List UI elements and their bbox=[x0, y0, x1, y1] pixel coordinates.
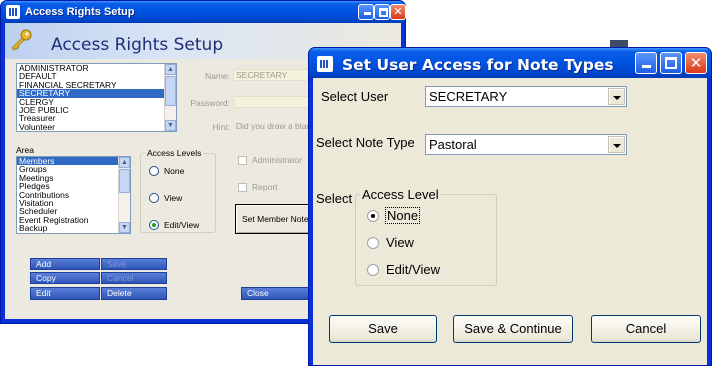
dropdown-arrow-icon[interactable] bbox=[608, 136, 625, 153]
scroll-thumb[interactable] bbox=[165, 76, 176, 106]
page-title: Access Rights Setup bbox=[51, 35, 224, 55]
edit-button[interactable]: Edit bbox=[30, 287, 100, 300]
list-item[interactable]: Volunteer bbox=[17, 122, 176, 131]
cancel-button[interactable]: Cancel bbox=[591, 315, 701, 343]
cancel-button[interactable]: Cancel bbox=[101, 272, 167, 284]
close-button[interactable]: Close bbox=[241, 287, 309, 300]
close-icon[interactable]: ✕ bbox=[390, 4, 406, 20]
radio-view[interactable]: View bbox=[367, 235, 414, 250]
area-label: Area bbox=[16, 145, 34, 155]
checkbox-icon bbox=[238, 182, 247, 192]
save-button[interactable]: Save bbox=[101, 258, 167, 270]
radio-label: Edit/View bbox=[164, 220, 200, 230]
scrollbar[interactable]: ▲ ▼ bbox=[118, 157, 130, 233]
radio-icon bbox=[149, 193, 159, 203]
minimize-icon[interactable] bbox=[635, 52, 657, 74]
maximize-icon[interactable] bbox=[660, 52, 682, 74]
password-label: Password: bbox=[190, 98, 230, 108]
close-icon[interactable]: ✕ bbox=[685, 52, 707, 74]
radio-edit-view[interactable]: Edit/View bbox=[149, 220, 199, 230]
title-bar[interactable]: Set User Access for Note Types ✕ bbox=[309, 48, 711, 78]
radio-icon bbox=[149, 220, 159, 230]
administrator-checkbox[interactable]: Administrator bbox=[238, 155, 302, 165]
scroll-down-icon[interactable]: ▼ bbox=[165, 120, 176, 131]
select-user-value: SECRETARY bbox=[429, 89, 508, 104]
checkbox-label: Administrator bbox=[252, 155, 303, 165]
dropdown-arrow-icon[interactable] bbox=[608, 88, 625, 105]
scroll-up-icon[interactable]: ▲ bbox=[165, 64, 176, 75]
select-note-type-label: Select Note Type bbox=[316, 135, 415, 150]
scroll-thumb[interactable] bbox=[119, 169, 130, 193]
window-title: Set User Access for Note Types bbox=[342, 56, 614, 74]
select-user-label: Select User bbox=[321, 89, 389, 104]
area-list[interactable]: Members Groups Meetings Pledges Contribution… bbox=[16, 156, 131, 234]
access-level-legend: Access Level bbox=[360, 187, 441, 202]
set-user-access-window: Set User Access for Note Types ✕ Select … bbox=[308, 47, 712, 366]
title-bar[interactable]: Access Rights Setup ✕ bbox=[1, 1, 406, 23]
radio-label: Edit/View bbox=[386, 262, 440, 277]
radio-label: None bbox=[384, 207, 421, 224]
radio-icon bbox=[367, 236, 379, 249]
radio-icon bbox=[367, 209, 379, 222]
window-title: Access Rights Setup bbox=[25, 6, 135, 18]
scroll-up-icon[interactable]: ▲ bbox=[119, 157, 130, 168]
hint-label: Hint: bbox=[212, 122, 230, 132]
list-item[interactable]: Backup bbox=[17, 224, 130, 233]
select-label: Select bbox=[316, 191, 353, 206]
radio-label: None bbox=[164, 166, 185, 176]
delete-button[interactable]: Delete bbox=[101, 287, 167, 300]
app-icon bbox=[317, 56, 333, 72]
checkbox-icon bbox=[238, 155, 247, 165]
scrollbar[interactable]: ▲ ▼ bbox=[164, 64, 176, 131]
radio-none[interactable]: None bbox=[367, 207, 421, 224]
radio-icon bbox=[149, 166, 159, 176]
maximize-icon[interactable] bbox=[374, 4, 390, 20]
radio-edit-view[interactable]: Edit/View bbox=[367, 262, 440, 277]
select-note-type-dropdown[interactable]: Pastoral bbox=[425, 134, 627, 155]
scroll-down-icon[interactable]: ▼ bbox=[119, 222, 130, 233]
radio-icon bbox=[367, 263, 379, 276]
app-icon bbox=[6, 5, 20, 19]
user-list[interactable]: ADMINISTRATOR DEFAULT FINANCIAL SECRETARY S… bbox=[16, 63, 177, 132]
access-levels-legend: Access Levels bbox=[145, 148, 204, 158]
copy-button[interactable]: Copy bbox=[30, 272, 100, 284]
save-continue-button[interactable]: Save & Continue bbox=[453, 315, 573, 343]
radio-view[interactable]: View bbox=[149, 193, 182, 203]
radio-label: View bbox=[164, 193, 183, 203]
report-checkbox[interactable]: Report bbox=[238, 182, 278, 192]
window-body: Select User SECRETARY Select Note Type P… bbox=[313, 78, 707, 365]
select-user-dropdown[interactable]: SECRETARY bbox=[425, 86, 627, 107]
add-button[interactable]: Add bbox=[30, 258, 100, 270]
name-label: Name: bbox=[204, 71, 230, 81]
radio-label: View bbox=[386, 235, 414, 250]
select-note-type-value: Pastoral bbox=[429, 137, 477, 152]
minimize-icon[interactable] bbox=[358, 4, 374, 20]
save-button[interactable]: Save bbox=[329, 315, 437, 343]
radio-none[interactable]: None bbox=[149, 166, 184, 176]
key-icon bbox=[11, 29, 32, 51]
checkbox-label: Report bbox=[252, 182, 278, 192]
